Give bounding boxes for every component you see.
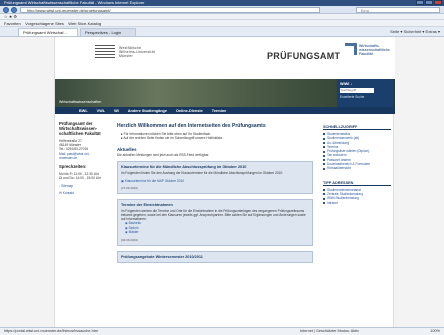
main-content: Herzlich Willkommen auf den Internetseit… [117,117,313,268]
nav-vwl[interactable]: VWL [97,109,105,113]
back-icon[interactable] [3,7,9,13]
header-tagline: Wirtschaftswissenschaften [59,100,102,104]
site-container: Westfälische Wilhelms-Universität Münste… [54,37,395,327]
tab-pruefungsamt[interactable]: Prüfungsamt Wirtschaf... [18,28,78,36]
office-hours: Mo bis Fr 11:00 - 12:30 Uhr Di und Do: 1… [59,172,102,181]
news-subtext: Die aktuellen Meldungen sind jetzt auch … [117,152,210,157]
left-column: Prüfungsamt der Wirtschaftswissen-schaft… [55,117,111,199]
window-controls [416,0,442,5]
hours-heading: Sprechzeiten: [59,164,87,170]
tab-row: Prüfungsamt Wirtschaf... Perspectives - … [0,27,444,37]
url-field[interactable]: http://www.wiwi.uni-muenster.de/pruefung… [20,7,320,13]
sitemap-link[interactable]: ▫ Sitemap [59,184,107,188]
zoom-level[interactable]: 100% [430,328,440,335]
page-title: PRÜFUNGSAMT [267,51,341,61]
site-search: WIWI ↓ Suchbegriff Erweiterte Suche [337,79,393,107]
favorite-item-webslice[interactable]: Web Slice-Katalog [68,21,101,26]
window-title: Prüfungsamt Wirtschaftswissenschaftliche… [4,0,145,5]
quick-link[interactable]: Hörsaalübersicht [323,166,391,170]
news-title[interactable]: Termine der Einsichtnahmen [121,203,309,208]
nav-andere[interactable]: Andere Studiengänge [128,109,167,113]
tab-perspectives[interactable]: Perspectives - Login [80,28,136,36]
nav-termine[interactable]: Termine [212,109,227,113]
forward-icon[interactable] [11,7,17,13]
info-bullet: ▸ Auf der rechten Seite finden sie im Sc… [121,136,224,141]
main-nav: BWL VWL WI Andere Studiengänge Online-Di… [55,107,395,114]
news-text: Im Folgenden finden Sie den Aushang der … [121,171,283,176]
master-option[interactable]: ◉ Master [121,230,309,234]
news-title[interactable]: Prüfungsangebote Wintersemester 2010/201… [121,255,309,260]
command-bar[interactable]: Seite ▾ Sicherheit ▾ Extras ▾ [390,28,440,36]
news-heading: Aktuelles [117,146,137,152]
university-logo-icon[interactable] [95,45,115,63]
nav-bwl[interactable]: BWL [79,109,88,113]
favorites-bar: Favoriten Vorgeschlagene Sites Web Slice… [0,20,444,27]
favorite-item-suggested[interactable]: Vorgeschlagene Sites [25,21,64,26]
news-title[interactable]: Klausurtermine für die Mündliche Abschlu… [121,165,309,170]
tips-heading: TIPP ADRESSEN [323,181,391,186]
news-box-exam-dates: Klausurtermine für die Mündliche Abschlu… [117,160,313,194]
browser-search-input[interactable]: Bing [356,7,440,13]
faculty-mark-icon [345,43,357,55]
contact-link[interactable]: ✉ Kontakt [59,191,107,195]
nav-wi[interactable]: WI [114,109,119,113]
university-name: Westfälische Wilhelms-Universität Münste… [119,46,155,58]
nav-online-dienste[interactable]: Online-Dienste [176,109,203,113]
news-link[interactable]: ▣ Klausurtermine für die MAP Oktober 201… [121,179,309,183]
quick-access-heading: SCHNELLZUGRIFF [323,125,391,130]
welcome-heading: Herzlich Willkommen auf den Internetseit… [117,123,266,129]
office-heading: Prüfungsamt der Wirtschaftswissen-schaft… [59,121,101,136]
favorites-button[interactable]: Favoriten [4,21,21,26]
office-address: Hüfferstraße 27 48149 Münster Tel.: 0251… [59,139,107,160]
extended-search-link[interactable]: Erweiterte Suche [340,95,390,99]
address-bar-row: http://www.wiwi.uni-muenster.de/pruefung… [0,6,444,14]
news-date: (03.09.2010) [121,237,139,242]
site-search-input[interactable]: Suchbegriff [340,88,374,93]
close-button[interactable] [434,0,442,5]
news-box-inspection: Termine der Einsichtnahmen Im Folgenden … [117,198,313,246]
favorites-star-icon[interactable]: ☆ ★ ⚙ [4,14,17,19]
page-viewport: Westfälische Wilhelms-Universität Münste… [0,37,444,327]
tip-link[interactable]: Intranet [323,201,391,205]
status-bar: https://portal.wiwi.uni-muenster.de/lfsi… [0,327,444,335]
news-text: Im Folgenden werden die Termine und Orte… [121,209,306,222]
news-box-offers: Prüfungsangebote Wintersemester 2010/201… [117,250,313,264]
maximize-button[interactable] [425,0,433,5]
minimize-button[interactable] [416,0,424,5]
right-column: SCHNELLZUGRIFF Studentenstatus Studieren… [323,117,391,205]
search-label: WIWI ↓ [340,82,353,86]
faculty-logo[interactable]: Wirtschafts- wissenschaftliche Fakultät [345,43,391,67]
news-date: (27.09.2010) [121,185,139,190]
office-mail-link[interactable]: Mail: pawi@wiwi.uni-muenster.de [59,152,107,160]
site-header: Westfälische Wilhelms-Universität Münste… [55,37,395,79]
security-zone: Internet | Geschützter Modus: Aktiv [300,329,360,333]
status-url: https://portal.wiwi.uni-muenster.de/lfsi… [4,329,98,333]
